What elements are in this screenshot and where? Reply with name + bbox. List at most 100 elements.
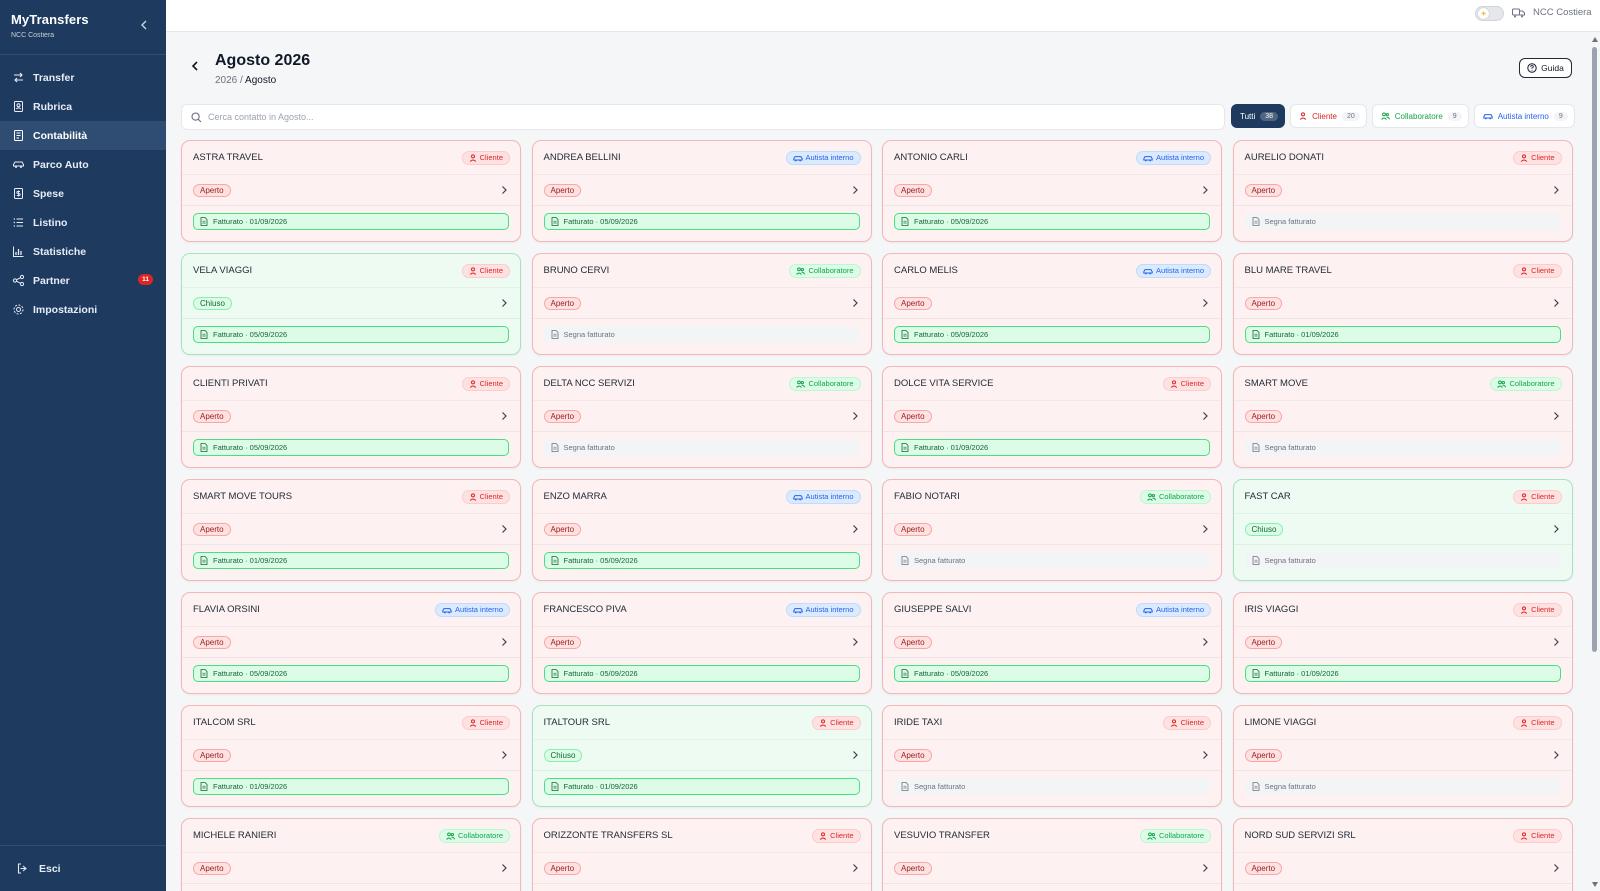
filter-chip-cliente[interactable]: Cliente 20 <box>1290 104 1367 128</box>
sidebar-item-statistiche[interactable]: Statistiche <box>0 237 166 266</box>
sidebar-item-contabilit[interactable]: Contabilità <box>0 121 166 150</box>
sidebar-item-rubrica[interactable]: Rubrica <box>0 92 166 121</box>
chevron-right-icon[interactable] <box>1201 863 1209 873</box>
sidebar-item-parco-auto[interactable]: Parco Auto <box>0 150 166 179</box>
guide-button[interactable]: Guida <box>1519 58 1572 78</box>
chevron-right-icon[interactable] <box>851 524 859 534</box>
mark-invoiced-button[interactable]: Segna fatturato <box>543 439 860 456</box>
chevron-right-icon[interactable] <box>1552 298 1560 308</box>
contact-card[interactable]: LIMONE VIAGGI Cliente Aperto Segna fatturat… <box>1232 705 1573 807</box>
contact-card[interactable]: VELA VIAGGI Cliente Chiuso Fatturato · 05/0… <box>181 253 521 355</box>
contact-card[interactable]: FAST CAR Cliente Chiuso Segna fatturato <box>1232 479 1573 581</box>
search-box[interactable] <box>181 104 1225 130</box>
mark-invoiced-button[interactable]: Segna fatturato <box>894 552 1210 569</box>
card-status-row[interactable]: Aperto <box>1233 401 1572 432</box>
card-status-row[interactable]: Aperto <box>182 175 520 206</box>
chevron-right-icon[interactable] <box>1552 863 1560 873</box>
sidebar-item-transfer[interactable]: Transfer <box>0 63 166 92</box>
card-status-row[interactable]: Aperto <box>532 175 871 206</box>
mark-invoiced-button[interactable]: Segna fatturato <box>1244 778 1561 795</box>
chevron-right-icon[interactable] <box>1552 637 1560 647</box>
card-status-row[interactable]: Aperto <box>1233 627 1572 658</box>
chevron-right-icon[interactable] <box>1552 750 1560 760</box>
chevron-right-icon[interactable] <box>500 524 508 534</box>
card-status-row[interactable]: Aperto <box>532 853 871 884</box>
card-status-row[interactable]: Aperto <box>182 627 520 658</box>
contact-card[interactable]: FABIO NOTARI Collaboratore Aperto Segna fat… <box>882 479 1222 581</box>
card-status-row[interactable]: Aperto <box>182 740 520 771</box>
contact-card[interactable]: FRANCESCO PIVA Autista interno Aperto Fattu… <box>531 592 872 694</box>
contact-card[interactable]: ITALTOUR SRL Cliente Chiuso Fatturato · 01/… <box>531 705 872 807</box>
contact-card[interactable]: VESUVIO TRANSFER Collaboratore Aperto <box>882 818 1222 891</box>
contact-card[interactable]: DOLCE VITA SERVICE Cliente Aperto Fatturato… <box>882 366 1222 468</box>
contact-card[interactable]: ANTONIO CARLI Autista interno Aperto Fattur… <box>882 140 1222 242</box>
chevron-right-icon[interactable] <box>851 185 859 195</box>
card-status-row[interactable]: Aperto <box>532 514 871 545</box>
contact-card[interactable]: SMART MOVE TOURS Cliente Aperto Fatturato ·… <box>181 479 521 581</box>
card-status-row[interactable]: Aperto <box>532 627 871 658</box>
card-status-row[interactable]: Aperto <box>883 288 1221 319</box>
chevron-right-icon[interactable] <box>500 185 508 195</box>
card-status-row[interactable]: Aperto <box>1233 853 1572 884</box>
chevron-right-icon[interactable] <box>851 637 859 647</box>
mark-invoiced-button[interactable]: Segna fatturato <box>1244 213 1561 230</box>
chevron-right-icon[interactable] <box>500 298 508 308</box>
card-status-row[interactable]: Aperto <box>883 514 1221 545</box>
card-status-row[interactable]: Chiuso <box>532 740 871 771</box>
card-status-row[interactable]: Aperto <box>883 401 1221 432</box>
mark-invoiced-button[interactable]: Segna fatturato <box>1244 552 1561 569</box>
chevron-right-icon[interactable] <box>851 750 859 760</box>
search-input[interactable] <box>208 112 1108 122</box>
top-company[interactable]: NCC Costiera <box>1512 7 1592 18</box>
chevron-right-icon[interactable] <box>1201 411 1209 421</box>
contact-card[interactable]: ANDREA BELLINI Autista interno Aperto Fattu… <box>531 140 872 242</box>
filter-chip-collab[interactable]: Collaboratore 9 <box>1371 104 1469 128</box>
sidebar-item-spese[interactable]: Spese <box>0 179 166 208</box>
chevron-right-icon[interactable] <box>1552 185 1560 195</box>
contact-card[interactable]: IRIS VIAGGI Cliente Aperto Fatturato · 01/0… <box>1232 592 1573 694</box>
contact-card[interactable]: CLIENTI PRIVATI Cliente Aperto Fatturato · … <box>181 366 521 468</box>
mark-invoiced-button[interactable]: Segna fatturato <box>543 326 860 343</box>
contact-card[interactable]: NORD SUD SERVIZI SRL Cliente Aperto <box>1232 818 1573 891</box>
card-status-row[interactable]: Aperto <box>1233 288 1572 319</box>
contact-card[interactable]: SMART MOVE Collaboratore Aperto Segna fattu… <box>1232 366 1573 468</box>
scroll-thumb[interactable] <box>1592 47 1597 652</box>
card-status-row[interactable]: Chiuso <box>1233 514 1572 545</box>
chevron-right-icon[interactable] <box>1552 411 1560 421</box>
card-status-row[interactable]: Aperto <box>532 401 871 432</box>
chevron-right-icon[interactable] <box>500 863 508 873</box>
card-status-row[interactable]: Aperto <box>883 175 1221 206</box>
contact-card[interactable]: MICHELE RANIERI Collaboratore Aperto <box>181 818 521 891</box>
card-status-row[interactable]: Aperto <box>532 288 871 319</box>
chevron-right-icon[interactable] <box>500 411 508 421</box>
card-status-row[interactable]: Aperto <box>883 627 1221 658</box>
card-status-row[interactable]: Aperto <box>182 514 520 545</box>
chevron-right-icon[interactable] <box>500 750 508 760</box>
collapse-sidebar-icon[interactable] <box>138 18 150 32</box>
contact-card[interactable]: ENZO MARRA Autista interno Aperto Fatturato… <box>531 479 872 581</box>
scroll-up-icon[interactable] <box>1592 37 1598 42</box>
mark-invoiced-button[interactable]: Segna fatturato <box>1244 439 1561 456</box>
chevron-right-icon[interactable] <box>1201 637 1209 647</box>
contact-card[interactable]: ORIZZONTE TRANSFERS SL Cliente Aperto <box>531 818 872 891</box>
chevron-right-icon[interactable] <box>1201 298 1209 308</box>
card-status-row[interactable]: Aperto <box>182 853 520 884</box>
contact-card[interactable]: BLU MARE TRAVEL Cliente Aperto Fatturato · … <box>1232 253 1573 355</box>
contact-card[interactable]: ASTRA TRAVEL Cliente Aperto Fatturato · 01/… <box>181 140 521 242</box>
card-status-row[interactable]: Aperto <box>883 853 1221 884</box>
contact-card[interactable]: AURELIO DONATI Cliente Aperto Segna fattura… <box>1232 140 1573 242</box>
chevron-right-icon[interactable] <box>851 298 859 308</box>
chevron-right-icon[interactable] <box>500 637 508 647</box>
contact-card[interactable]: DELTA NCC SERVIZI Collaboratore Aperto Segn… <box>531 366 872 468</box>
card-status-row[interactable]: Aperto <box>1233 740 1572 771</box>
mark-invoiced-button[interactable]: Segna fatturato <box>894 778 1210 795</box>
sidebar-item-impostazioni[interactable]: Impostazioni <box>0 295 166 324</box>
logout-button[interactable]: Esci <box>0 845 166 891</box>
contact-card[interactable]: ITALCOM SRL Cliente Aperto Fatturato · 01/0… <box>181 705 521 807</box>
chevron-right-icon[interactable] <box>851 863 859 873</box>
card-status-row[interactable]: Chiuso <box>182 288 520 319</box>
sidebar-item-partner[interactable]: Partner 11 <box>0 266 166 295</box>
filter-chip-all[interactable]: Tutti 38 <box>1231 104 1286 128</box>
contact-card[interactable]: CARLO MELIS Autista interno Aperto Fatturat… <box>882 253 1222 355</box>
scroll-down-icon[interactable] <box>1592 882 1598 887</box>
